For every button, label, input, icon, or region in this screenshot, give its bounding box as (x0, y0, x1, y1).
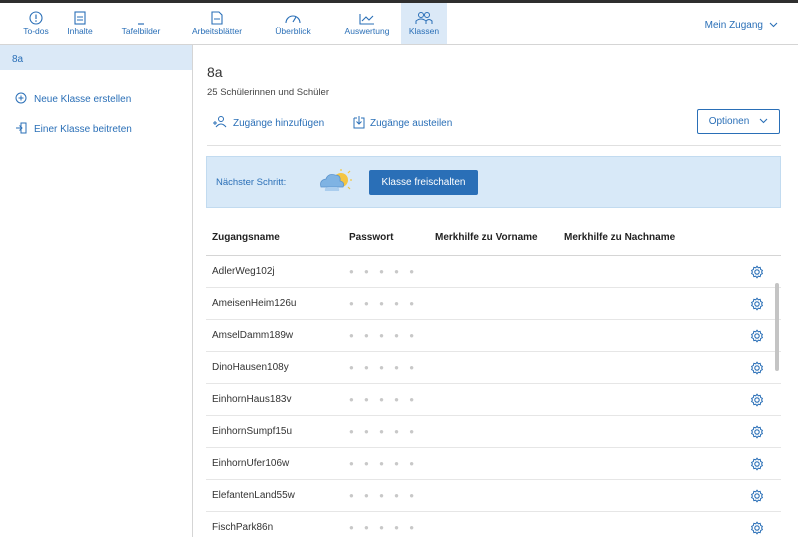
weather-sun-cloud-icon (315, 167, 355, 202)
settings-gear-icon[interactable] (750, 425, 764, 442)
access-table: Zugangsname Passwort Merkhilfe zu Vornam… (206, 220, 781, 537)
table-row: EinhornHaus183v ● ● ● ● ● (206, 384, 781, 416)
password-mask: ● ● ● ● ● (349, 299, 419, 308)
nav-label-klassen: Klassen (408, 26, 440, 36)
access-name: AdlerWeg102j (212, 266, 275, 277)
options-dropdown[interactable]: Optionen (697, 109, 780, 134)
table-header: Zugangsname Passwort Merkhilfe zu Vornam… (206, 220, 781, 256)
add-access-button[interactable]: Zugänge hinzufügen (212, 115, 324, 131)
settings-gear-icon[interactable] (750, 489, 764, 506)
password-mask: ● ● ● ● ● (349, 395, 419, 404)
chevron-down-icon (759, 116, 768, 127)
nav-label-todos: To-dos (23, 26, 49, 36)
column-header-merkhilfe-vorname[interactable]: Merkhilfe zu Vorname (435, 232, 564, 243)
page-title: 8a (207, 64, 223, 80)
nav-label-ueberblick: Überblick (275, 26, 311, 36)
add-access-label: Zugänge hinzufügen (233, 117, 325, 129)
settings-gear-icon[interactable] (750, 457, 764, 474)
chevron-down-icon (769, 20, 778, 31)
nav-label-inhalte: Inhalte (67, 26, 93, 36)
account-label: Mein Zugang (704, 20, 763, 31)
password-mask: ● ● ● ● ● (349, 363, 419, 372)
column-header-zugangsname[interactable]: Zugangsname (206, 232, 349, 243)
scrollbar[interactable] (775, 283, 779, 371)
column-header-passwort[interactable]: Passwort (349, 232, 435, 243)
nav-label-tafelbilder: Tafelbilder (121, 26, 161, 36)
access-name: EinhornSumpf15u (212, 426, 293, 437)
nav-auswertung[interactable]: Auswertung (341, 3, 393, 44)
student-count: 25 Schülerinnen und Schüler (207, 87, 330, 98)
document-icon (69, 3, 91, 25)
divider (207, 145, 781, 146)
password-mask: ● ● ● ● ● (349, 523, 419, 532)
settings-gear-icon[interactable] (750, 361, 764, 378)
chart-icon (356, 3, 378, 25)
settings-gear-icon[interactable] (750, 329, 764, 346)
sidebar-class-8a[interactable]: 8a (0, 45, 192, 70)
join-icon (15, 122, 27, 137)
distribute-access-button[interactable]: Zugänge austeilen (353, 115, 452, 132)
nav-ueberblick[interactable]: Überblick (272, 3, 314, 44)
password-mask: ● ● ● ● ● (349, 427, 419, 436)
top-navigation-bar: To-dos Inhalte Tafelbilder Arbeitsblätte… (0, 0, 798, 45)
account-menu[interactable]: Mein Zugang (705, 20, 778, 31)
nav-inhalte[interactable]: Inhalte (62, 3, 98, 44)
nav-label-arbeitsblaetter: Arbeitsblätter (191, 26, 243, 36)
table-row: EinhornSumpf15u ● ● ● ● ● (206, 416, 781, 448)
join-class-label: Einer Klasse beitreten (34, 124, 132, 135)
create-class-label: Neue Klasse erstellen (34, 94, 132, 105)
table-row: FischPark86n ● ● ● ● ● (206, 512, 781, 537)
nav-tafelbilder[interactable]: Tafelbilder (117, 3, 165, 44)
table-body: AdlerWeg102j ● ● ● ● ● AmeisenHeim126u ● ● … (206, 256, 781, 537)
table-row: AdlerWeg102j ● ● ● ● ● (206, 256, 781, 288)
access-name: EinhornHaus183v (212, 394, 292, 405)
people-icon (413, 3, 435, 25)
settings-gear-icon[interactable] (750, 521, 764, 537)
password-mask: ● ● ● ● ● (349, 491, 419, 500)
access-name: AmeisenHeim126u (212, 298, 297, 309)
access-name: EinhornUfer106w (212, 458, 290, 469)
table-row: DinoHausen108y ● ● ● ● ● (206, 352, 781, 384)
table-row: AmeisenHeim126u ● ● ● ● ● (206, 288, 781, 320)
gauge-icon (282, 3, 304, 25)
access-name: AmselDamm189w (212, 330, 294, 341)
add-user-icon (212, 115, 228, 131)
nav-klassen[interactable]: Klassen (401, 3, 447, 44)
sidebar: 8a Neue Klasse erstellen Einer Klasse be… (0, 45, 193, 537)
settings-gear-icon[interactable] (750, 265, 764, 282)
unlock-class-button[interactable]: Klasse freischalten (369, 170, 478, 195)
column-header-merkhilfe-nachname[interactable]: Merkhilfe zu Nachname (564, 232, 714, 243)
plus-circle-icon (15, 92, 27, 107)
next-step-banner: Nächster Schritt: Klasse freischalten (206, 156, 781, 208)
nav-todos[interactable]: To-dos (18, 3, 54, 44)
nav-arbeitsblaetter[interactable]: Arbeitsblätter (189, 3, 245, 44)
create-class-button[interactable]: Neue Klasse erstellen (0, 92, 131, 107)
password-mask: ● ● ● ● ● (349, 459, 419, 468)
table-row: AmselDamm189w ● ● ● ● ● (206, 320, 781, 352)
table-row: ElefantenLand55w ● ● ● ● ● (206, 480, 781, 512)
download-doc-icon (353, 115, 365, 132)
info-circle-icon (25, 3, 47, 25)
join-class-button[interactable]: Einer Klasse beitreten (0, 122, 132, 137)
access-name: DinoHausen108y (212, 362, 289, 373)
access-name: FischPark86n (212, 522, 274, 533)
worksheet-icon (206, 3, 228, 25)
settings-gear-icon[interactable] (750, 297, 764, 314)
distribute-access-label: Zugänge austeilen (370, 118, 453, 129)
main-content: 8a 25 Schülerinnen und Schüler Zugänge h… (193, 45, 798, 537)
password-mask: ● ● ● ● ● (349, 267, 419, 276)
next-step-label: Nächster Schritt: (216, 177, 287, 188)
access-name: ElefantenLand55w (212, 490, 295, 501)
table-row: EinhornUfer106w ● ● ● ● ● (206, 448, 781, 480)
nav-label-auswertung: Auswertung (344, 26, 390, 36)
settings-gear-icon[interactable] (750, 393, 764, 410)
options-label: Optionen (708, 116, 750, 127)
password-mask: ● ● ● ● ● (349, 331, 419, 340)
board-icon (130, 3, 152, 25)
